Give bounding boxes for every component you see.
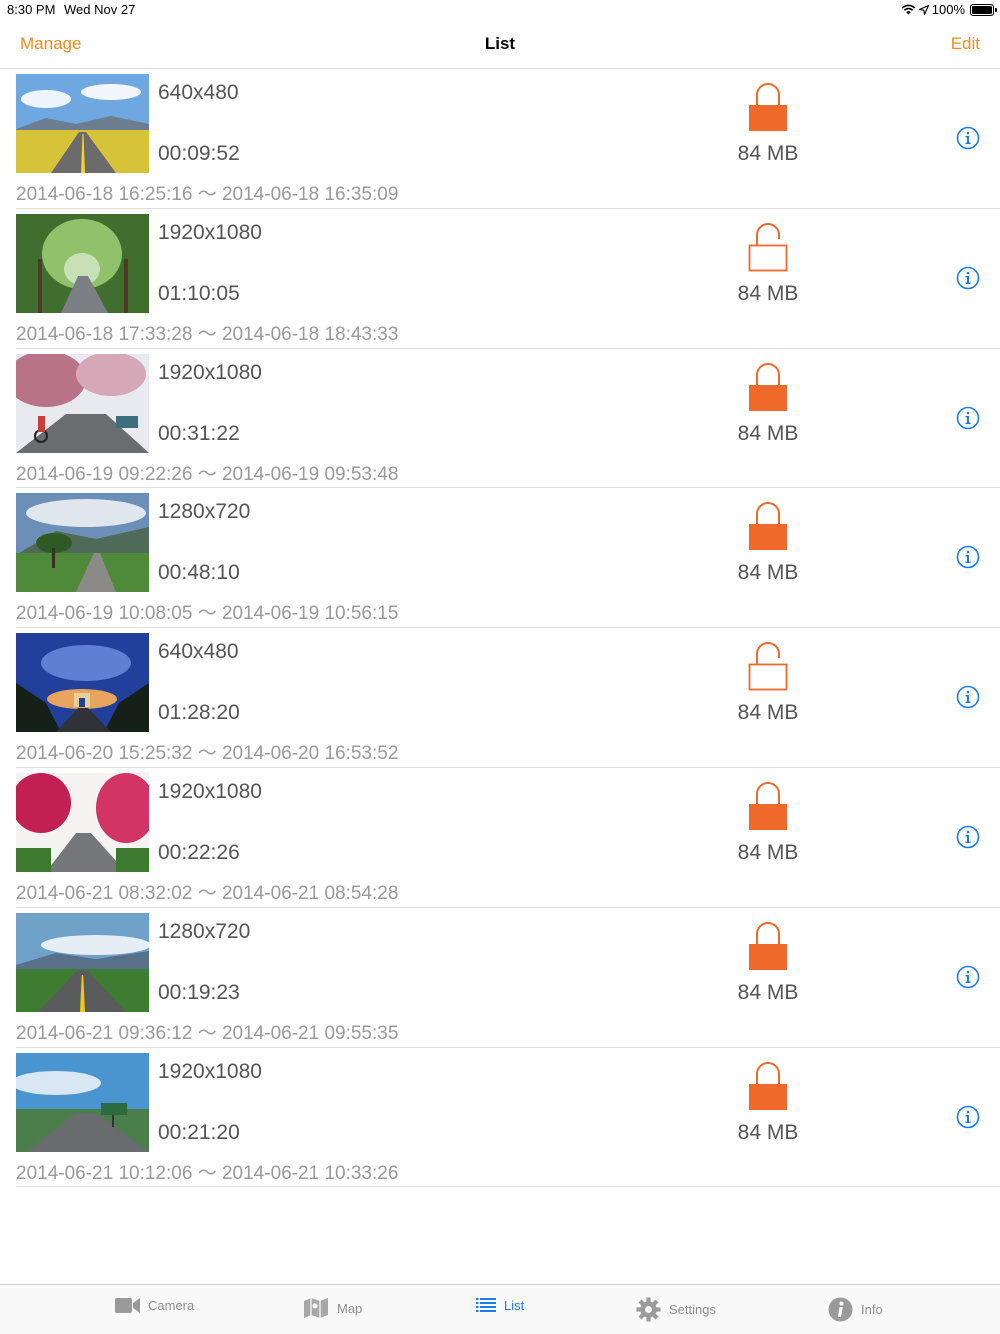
tab-map[interactable]: Map: [303, 1297, 362, 1319]
navigation-bar: Manage List Edit: [0, 20, 1000, 69]
resolution-label: 1920x1080: [158, 220, 262, 244]
info-circle-icon[interactable]: [956, 406, 980, 430]
time-range-label: 2014-06-19 10:08:05 〜 2014-06-19 10:56:1…: [16, 603, 399, 625]
video-thumbnail[interactable]: [16, 633, 149, 733]
duration-label: 00:31:22: [158, 421, 240, 445]
video-thumbnail[interactable]: [16, 74, 149, 173]
video-thumbnail[interactable]: [16, 772, 149, 872]
video-thumbnail[interactable]: [16, 912, 149, 1012]
video-thumbnail[interactable]: [16, 1052, 149, 1152]
duration-label: 00:19:23: [158, 980, 240, 1004]
edit-button[interactable]: Edit: [951, 34, 980, 54]
list-item[interactable]: 1920x1080 01:10:05 2014-06-18 17:33:28 〜…: [16, 209, 1000, 349]
time-range-label: 2014-06-21 09:36:12 〜 2014-06-21 09:55:3…: [16, 1022, 399, 1044]
status-bar: 8:30 PM Wed Nov 27 100%: [0, 0, 1000, 20]
list-item[interactable]: 640x480 00:09:52 2014-06-18 16:25:16 〜 2…: [16, 69, 1000, 209]
list-item[interactable]: 1280x720 00:19:23 2014-06-21 09:36:12 〜 …: [16, 908, 1000, 1048]
resolution-label: 1920x1080: [158, 360, 262, 384]
video-thumbnail[interactable]: [16, 493, 149, 593]
duration-label: 00:22:26: [158, 840, 240, 864]
info-circle-icon[interactable]: [956, 545, 980, 569]
lock-icon[interactable]: [748, 780, 788, 832]
lock-icon[interactable]: [748, 361, 788, 413]
unlock-icon[interactable]: [748, 221, 788, 273]
tab-label: Settings: [669, 1302, 716, 1317]
duration-label: 00:09:52: [158, 142, 240, 165]
time-range-label: 2014-06-19 09:22:26 〜 2014-06-19 09:53:4…: [16, 463, 399, 485]
tab-camera[interactable]: Camera: [115, 1297, 194, 1314]
duration-label: 01:10:05: [158, 281, 240, 305]
time-range-label: 2014-06-18 17:33:28 〜 2014-06-18 18:43:3…: [16, 323, 399, 345]
list-item[interactable]: 1280x720 00:48:10 2014-06-19 10:08:05 〜 …: [16, 488, 1000, 629]
resolution-label: 1920x1080: [158, 1059, 262, 1083]
time-range-label: 2014-06-18 16:25:16 〜 2014-06-18 16:35:0…: [16, 184, 399, 205]
duration-label: 01:28:20: [158, 701, 240, 725]
tab-label: Info: [861, 1302, 883, 1317]
list-item[interactable]: 1920x1080 00:31:22 2014-06-19 09:22:26 〜…: [16, 349, 1000, 489]
tab-label: Camera: [148, 1298, 195, 1313]
info-icon: [828, 1297, 853, 1322]
info-circle-icon[interactable]: [956, 266, 980, 290]
file-size-label: 84 MB: [737, 1120, 799, 1144]
tab-bar: Camera Map List Settings Info: [0, 1284, 1000, 1334]
video-thumbnail[interactable]: [16, 213, 149, 313]
duration-label: 00:48:10: [158, 561, 240, 585]
info-circle-icon[interactable]: [956, 1105, 980, 1129]
page-title: List: [484, 34, 516, 53]
resolution-label: 1280x720: [158, 919, 251, 943]
file-size-label: 84 MB: [737, 142, 799, 165]
gear-icon: [636, 1297, 661, 1322]
lock-icon[interactable]: [748, 920, 788, 972]
resolution-label: 640x480: [158, 640, 239, 664]
info-circle-icon[interactable]: [956, 965, 980, 989]
video-thumbnail[interactable]: [16, 353, 149, 453]
time-range-label: 2014-06-20 15:25:32 〜 2014-06-20 16:53:5…: [16, 743, 399, 765]
file-size-label: 84 MB: [737, 421, 799, 445]
duration-label: 00:21:20: [158, 1120, 240, 1144]
tab-info[interactable]: Info: [828, 1297, 883, 1322]
status-indicators: 100%: [901, 2, 997, 17]
resolution-label: 640x480: [158, 81, 239, 104]
tab-list[interactable]: List: [476, 1297, 524, 1313]
resolution-label: 1920x1080: [158, 779, 262, 803]
file-size-label: 84 MB: [737, 561, 799, 585]
unlock-icon[interactable]: [748, 640, 788, 692]
info-circle-icon[interactable]: [956, 126, 980, 150]
battery-percent: 100%: [931, 2, 965, 17]
battery-icon: [970, 3, 997, 16]
file-size-label: 84 MB: [737, 840, 799, 864]
list-item[interactable]: 1920x1080 00:22:26 2014-06-21 08:32:02 〜…: [16, 768, 1000, 908]
location-arrow-icon: [918, 4, 929, 15]
camera-icon: [115, 1298, 140, 1313]
info-circle-icon[interactable]: [956, 685, 980, 709]
status-date: Wed Nov 27: [64, 2, 136, 17]
lock-icon[interactable]: [748, 500, 788, 552]
tab-settings[interactable]: Settings: [636, 1297, 716, 1322]
info-circle-icon[interactable]: [956, 825, 980, 849]
map-icon: [304, 1298, 328, 1318]
time-range-label: 2014-06-21 10:12:06 〜 2014-06-21 10:33:2…: [16, 1162, 399, 1184]
list-icon: [476, 1298, 496, 1312]
tab-label: Map: [337, 1300, 363, 1316]
lock-icon[interactable]: [748, 81, 788, 133]
resolution-label: 1280x720: [158, 500, 251, 524]
recording-list: 640x480 00:09:52 2014-06-18 16:25:16 〜 2…: [0, 69, 1000, 1188]
file-size-label: 84 MB: [737, 281, 799, 305]
time-range-label: 2014-06-21 08:32:02 〜 2014-06-21 08:54:2…: [16, 882, 399, 904]
status-time: 8:30 PM: [7, 2, 56, 17]
wifi-icon: [901, 4, 916, 15]
lock-icon[interactable]: [748, 1060, 788, 1112]
list-item[interactable]: 640x480 01:28:20 2014-06-20 15:25:32 〜 2…: [16, 628, 1000, 768]
file-size-label: 84 MB: [737, 980, 799, 1004]
file-size-label: 84 MB: [737, 701, 799, 725]
list-item[interactable]: 1920x1080 00:21:20 2014-06-21 10:12:06 〜…: [16, 1048, 1000, 1188]
tab-label: List: [504, 1297, 525, 1313]
